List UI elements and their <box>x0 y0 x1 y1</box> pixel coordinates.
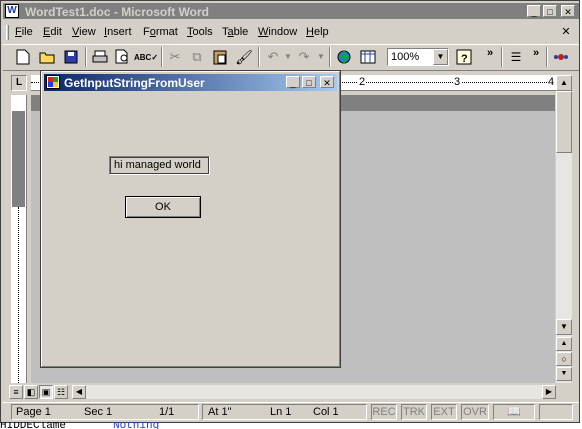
menu-window[interactable]: Window <box>258 26 297 38</box>
scroll-left-icon[interactable]: ◀ <box>72 385 86 399</box>
toolbar-separator <box>85 47 87 67</box>
menu-format[interactable]: Format <box>143 26 178 38</box>
undo-dropdown-icon[interactable]: ▼ <box>284 52 292 61</box>
status-at: At 1" <box>208 406 232 418</box>
ruler-mark: 3 <box>453 76 462 88</box>
print-layout-view-icon[interactable]: ▣ <box>39 385 53 399</box>
previous-page-icon[interactable]: ▲ <box>556 337 572 351</box>
scroll-up-icon[interactable]: ▲ <box>556 75 572 91</box>
dialog-app-icon <box>46 75 60 89</box>
menu-edit[interactable]: Edit <box>43 26 62 38</box>
scroll-down-icon[interactable]: ▼ <box>556 319 572 335</box>
web-toolbar-icon[interactable] <box>334 47 354 67</box>
toolbar-separator <box>161 47 163 67</box>
ruler-mark: 4 <box>547 76 556 88</box>
menu-file[interactable]: File <box>15 26 33 38</box>
ok-button-label: OK <box>155 201 171 213</box>
zoom-value: 100% <box>391 51 420 63</box>
toolbar-separator <box>329 47 331 67</box>
title-bar[interactable]: W WordTest1.doc - Microsoft Word _ □ ✕ <box>3 3 579 19</box>
drawing-icon[interactable] <box>551 47 571 67</box>
scroll-right-icon[interactable]: ▶ <box>542 385 556 399</box>
new-document-icon[interactable] <box>13 47 33 67</box>
background-text-left: HIDDEClame <box>0 422 67 429</box>
select-browse-object-icon[interactable]: ○ <box>556 352 572 366</box>
view-buttons: ≡ ◧ ▣ ☷ <box>9 385 71 399</box>
status-ext[interactable]: EXT <box>431 404 457 420</box>
open-folder-icon[interactable] <box>37 47 57 67</box>
status-line: Ln 1 <box>270 406 292 418</box>
dialog-input-value: hi managed world <box>114 159 201 171</box>
minimize-button[interactable]: _ <box>527 5 541 17</box>
status-column: Col 1 <box>313 406 339 418</box>
status-page: Page 1 <box>16 406 51 418</box>
zoom-combo[interactable]: 100% ▼ <box>387 48 449 66</box>
toolbar-overflow-icon[interactable]: » <box>487 47 493 59</box>
ruler-ticks <box>18 207 20 383</box>
spelling-icon[interactable]: ABC✓ <box>134 47 158 67</box>
save-icon[interactable] <box>61 47 81 67</box>
window-title: WordTest1.doc - Microsoft Word <box>25 5 210 19</box>
redo-icon[interactable]: ↷ <box>294 47 314 67</box>
cut-icon[interactable]: ✂ <box>165 47 185 67</box>
dialog-minimize-button[interactable]: _ <box>286 76 300 88</box>
spelling-status-icon[interactable]: 📖 <box>493 404 535 420</box>
input-dialog: GetInputStringFromUser _ □ ✕ hi managed … <box>40 70 341 368</box>
menu-insert[interactable]: Insert <box>104 26 132 38</box>
dialog-title-bar[interactable]: GetInputStringFromUser _ □ ✕ <box>44 74 337 91</box>
dialog-title: GetInputStringFromUser <box>64 76 205 90</box>
undo-icon[interactable]: ↶ <box>263 47 283 67</box>
vertical-scrollbar[interactable]: ▲ ▼ ▲ ○ ▼ <box>556 75 572 383</box>
normal-view-icon[interactable]: ≡ <box>9 385 23 399</box>
toolbar-separator <box>546 47 548 67</box>
format-painter-icon[interactable]: 🖌 <box>234 47 254 67</box>
doc-close-button[interactable]: ✕ <box>559 26 573 38</box>
scroll-thumb[interactable] <box>556 91 572 153</box>
dialog-close-button[interactable]: ✕ <box>320 76 334 88</box>
zoom-dropdown-icon[interactable]: ▼ <box>433 49 448 65</box>
help-icon[interactable]: ? <box>454 47 474 67</box>
status-section: Sec 1 <box>84 406 113 418</box>
background-text-right: Nothing <box>113 422 160 429</box>
ruler-mark: 2 <box>358 76 367 88</box>
print-icon[interactable] <box>90 47 110 67</box>
insert-table-icon[interactable] <box>358 47 378 67</box>
vertical-ruler[interactable] <box>11 95 27 383</box>
dialog-input[interactable]: hi managed world <box>109 156 210 175</box>
status-empty-panel <box>539 404 573 420</box>
status-page-count: 1/1 <box>159 406 175 418</box>
numbering-icon[interactable]: ☰ <box>506 47 526 67</box>
menu-grip[interactable] <box>6 25 9 40</box>
word-app-icon: W <box>5 4 19 18</box>
status-ovr[interactable]: OVR <box>461 404 489 420</box>
toolbar-separator <box>501 47 503 67</box>
menu-view[interactable]: View <box>72 26 96 38</box>
status-rec[interactable]: REC <box>371 404 397 420</box>
ruler-margin <box>12 111 25 207</box>
toolbar-separator <box>258 47 260 67</box>
tab-selector[interactable]: L <box>11 75 27 91</box>
maximize-button[interactable]: □ <box>543 5 557 17</box>
menu-help[interactable]: Help <box>306 26 329 38</box>
ok-button[interactable]: OK <box>125 196 201 218</box>
horizontal-scrollbar[interactable]: ◀ ▶ <box>72 385 556 399</box>
paste-icon[interactable] <box>210 47 230 67</box>
svg-text:?: ? <box>461 53 468 65</box>
menu-tools[interactable]: Tools <box>187 26 213 38</box>
close-button[interactable]: ✕ <box>561 5 575 17</box>
toolbar-overflow-icon-2[interactable]: » <box>533 47 539 59</box>
print-preview-icon[interactable] <box>113 47 133 67</box>
status-trk[interactable]: TRK <box>401 404 427 420</box>
redo-dropdown-icon[interactable]: ▼ <box>317 52 325 61</box>
copy-icon[interactable]: ⧉ <box>187 47 207 67</box>
dialog-maximize-button[interactable]: □ <box>302 76 316 88</box>
menu-table[interactable]: Table <box>222 26 248 38</box>
outline-view-icon[interactable]: ☷ <box>54 385 68 399</box>
next-page-icon[interactable]: ▼ <box>556 367 572 381</box>
web-layout-view-icon[interactable]: ◧ <box>24 385 38 399</box>
